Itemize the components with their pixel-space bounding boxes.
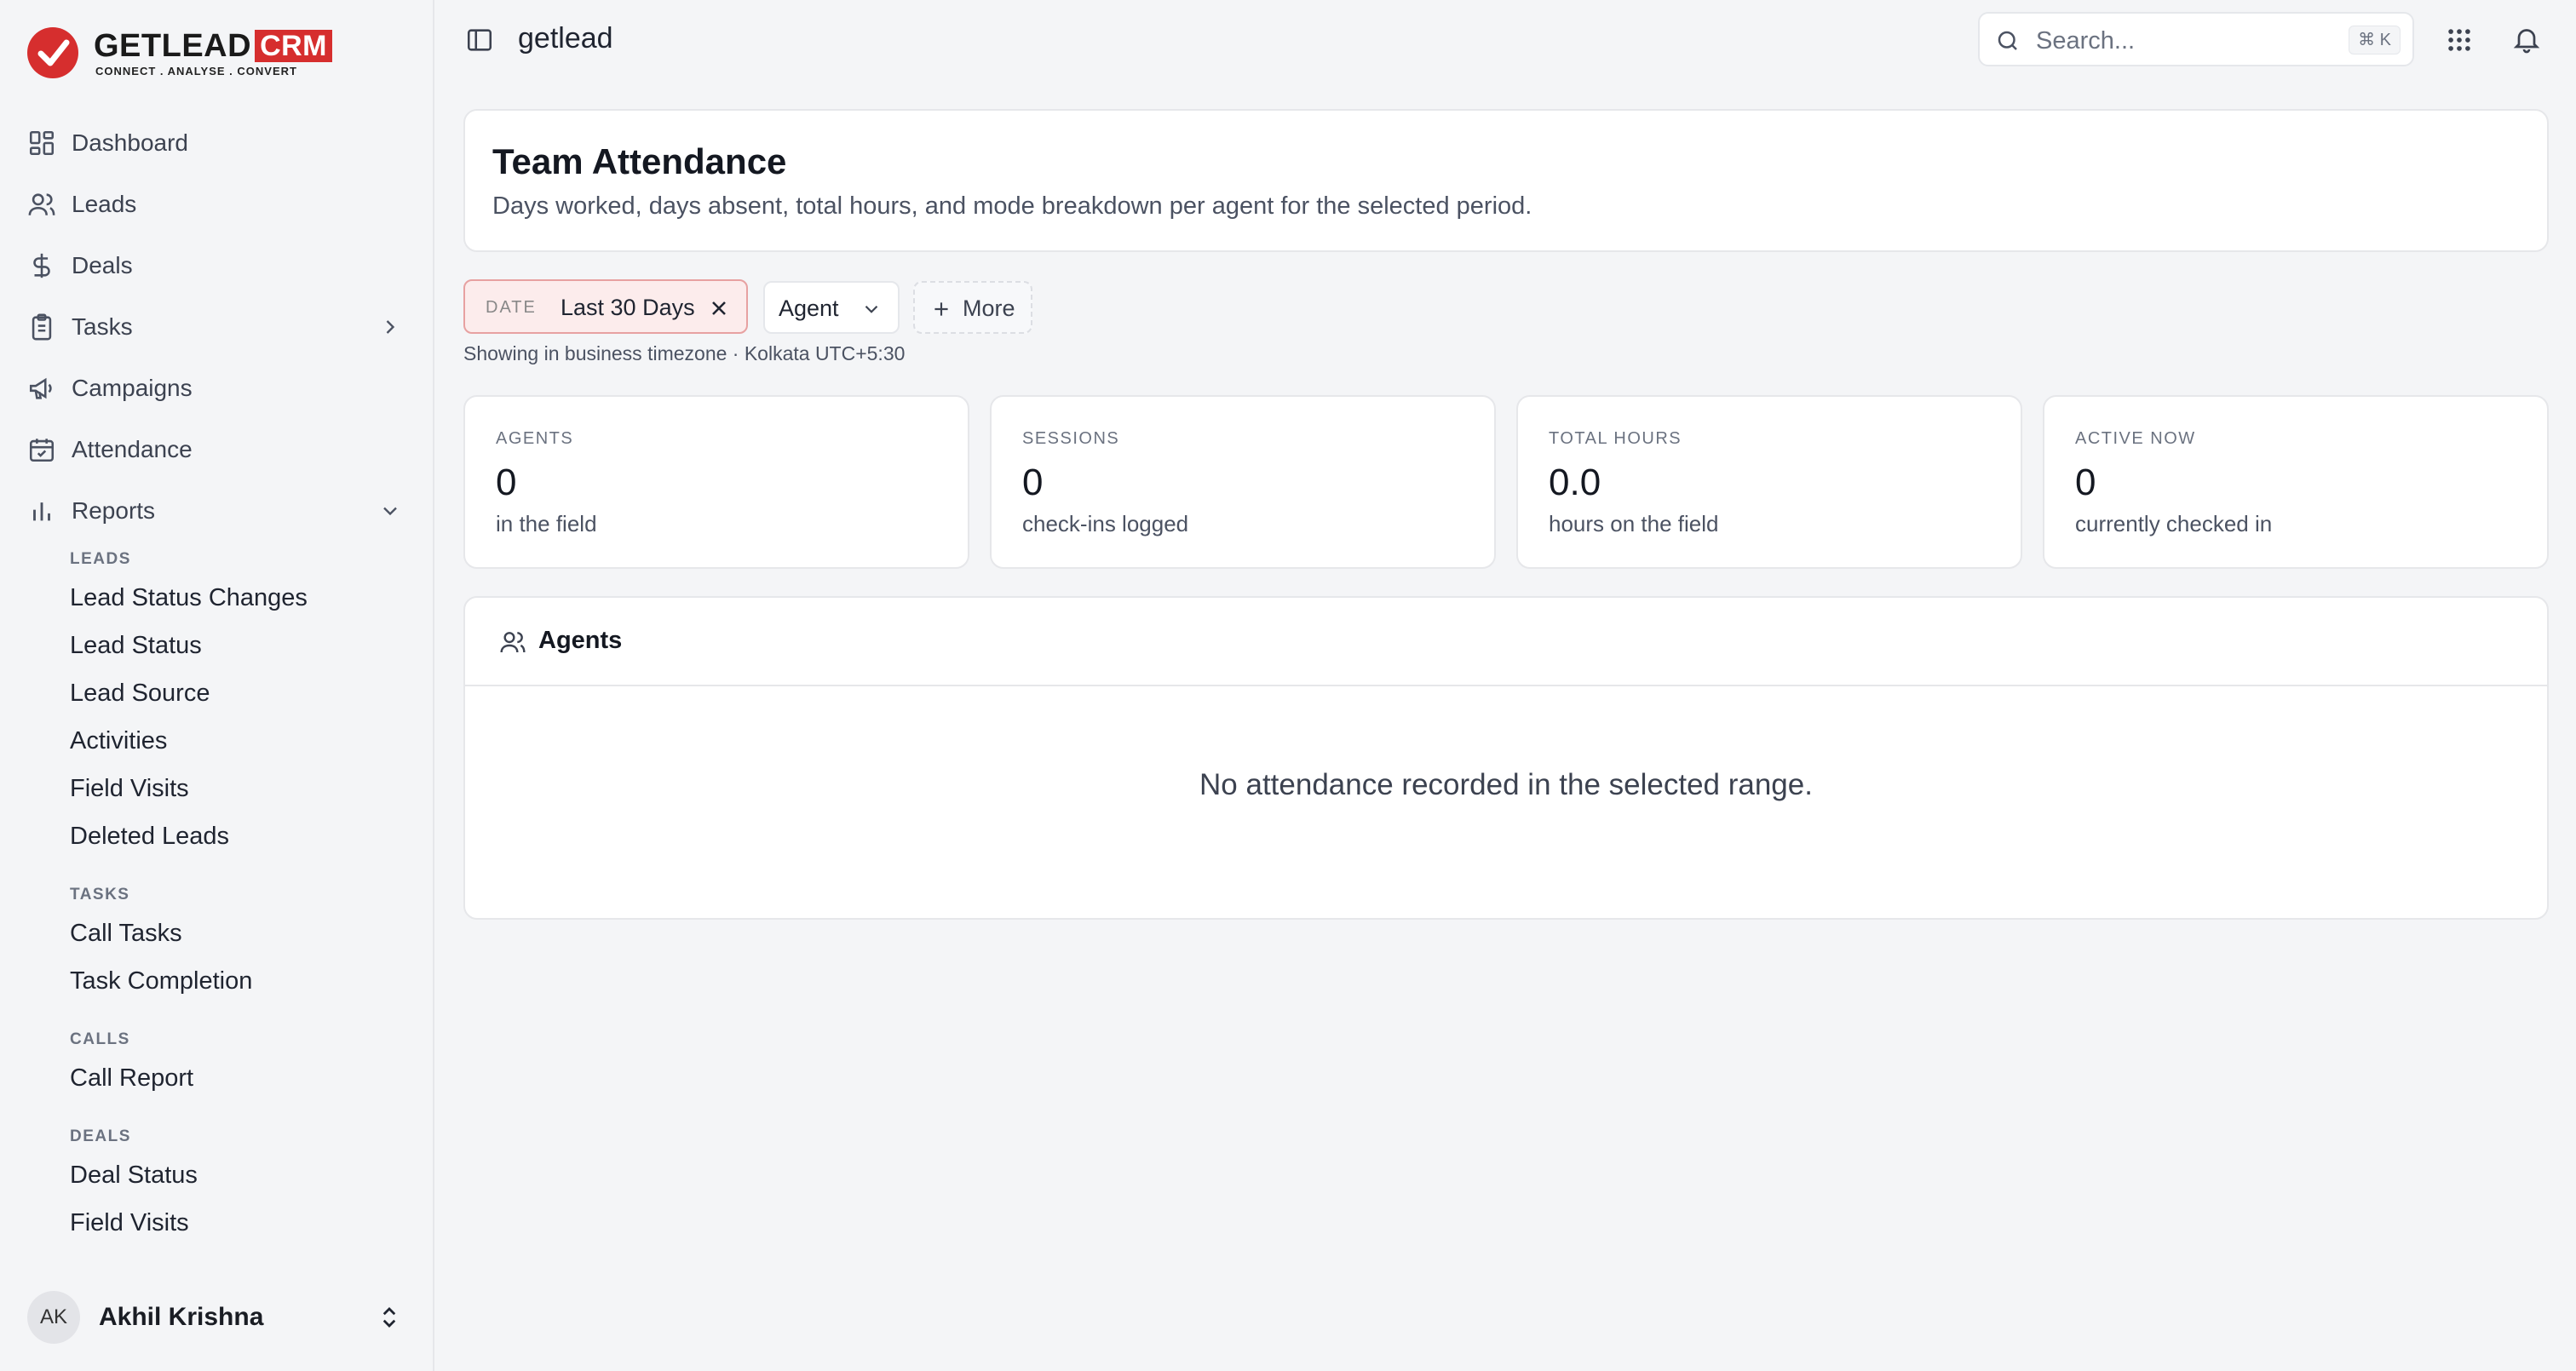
agents-panel: Agents No attendance recorded in the sel… — [463, 596, 2549, 920]
date-filter-label: DATE — [486, 298, 537, 317]
nav-label: Tasks — [72, 313, 133, 340]
reports-calls-group: CALLS Call Report — [70, 1030, 411, 1102]
stat-caption: hours on the field — [1549, 511, 1719, 536]
nav-item-deals[interactable]: Deals — [17, 235, 417, 296]
workspace-name: getlead — [518, 22, 613, 54]
stat-value: 0 — [2075, 462, 2096, 503]
date-filter-value: Last 30 Days — [561, 295, 695, 320]
calendar-check-icon — [29, 439, 55, 462]
stat-label: ACTIVE NOW — [2075, 429, 2196, 448]
report-link-deal-status[interactable]: Deal Status — [70, 1151, 411, 1199]
nav-label: Campaigns — [72, 375, 193, 401]
reports-group-heading: TASKS — [70, 886, 130, 903]
agent-filter-dropdown[interactable]: Agent — [763, 281, 900, 334]
filter-bar: DATE Last 30 Days Agent More — [463, 279, 1230, 334]
brand-name: GETLEAD — [94, 28, 252, 64]
nav-item-tasks[interactable]: Tasks — [17, 296, 417, 358]
apps-grid-icon[interactable] — [2445, 26, 2474, 54]
search-shortcut-badge: ⌘ K — [2349, 26, 2401, 54]
plus-icon — [934, 302, 948, 316]
nav-item-attendance[interactable]: Attendance — [17, 419, 417, 480]
report-link-call-tasks[interactable]: Call Tasks — [70, 909, 411, 957]
stat-value: 0.0 — [1549, 462, 1601, 503]
sidebar: GETLEAD CRM CONNECT . ANALYSE . CONVERT D… — [0, 0, 434, 1371]
checkmark-logo-icon — [27, 27, 78, 78]
chevron-right-icon[interactable] — [378, 315, 402, 339]
top-bar: getlead Search... ⌘ K — [436, 0, 2576, 82]
empty-state-message: No attendance recorded in the selected r… — [1199, 768, 1813, 801]
report-link-lead-source[interactable]: Lead Source — [70, 669, 411, 717]
reports-leads-group: LEADS Lead Status Changes Lead Status Le… — [70, 550, 411, 860]
report-link-lead-status-changes[interactable]: Lead Status Changes — [70, 574, 411, 622]
reports-deals-group: DEALS Deal Status Field Visits — [70, 1127, 411, 1247]
stat-label: SESSIONS — [1022, 429, 1120, 448]
stat-value: 0 — [1022, 462, 1044, 503]
nav-item-campaigns[interactable]: Campaigns — [17, 358, 417, 419]
report-link-lead-status[interactable]: Lead Status — [70, 622, 411, 669]
report-link-task-completion[interactable]: Task Completion — [70, 957, 411, 1005]
stat-card-agents: AGENTS 0 in the field — [463, 395, 969, 569]
page-subtitle: Days worked, days absent, total hours, a… — [492, 192, 1532, 220]
report-link-deleted-leads[interactable]: Deleted Leads — [70, 812, 411, 860]
user-menu[interactable]: AK Akhil Krishna — [27, 1288, 411, 1347]
nav-item-leads[interactable]: Leads — [17, 174, 417, 235]
brand-logo[interactable]: GETLEAD CRM CONNECT . ANALYSE . CONVERT — [27, 26, 334, 80]
users-icon — [28, 193, 55, 215]
report-link-call-report[interactable]: Call Report — [70, 1054, 411, 1102]
report-link-deal-field-visits[interactable]: Field Visits — [70, 1199, 411, 1247]
nav-label: Dashboard — [72, 129, 188, 156]
chevron-down-icon — [865, 305, 878, 313]
stat-label: AGENTS — [496, 429, 574, 448]
stat-caption: currently checked in — [2075, 511, 2273, 536]
dashboard-grid-icon — [29, 130, 55, 156]
reports-group-heading: DEALS — [70, 1127, 131, 1145]
stat-caption: check-ins logged — [1022, 511, 1189, 536]
timezone-note: Showing in business timezone · Kolkata U… — [463, 342, 906, 364]
avatar: AK — [27, 1291, 80, 1344]
nav-label: Deals — [72, 252, 133, 278]
agents-panel-title: Agents — [538, 627, 623, 654]
bar-chart-icon — [33, 502, 50, 521]
users-icon — [500, 632, 526, 653]
bell-icon[interactable] — [2511, 24, 2542, 54]
chevron-down-icon[interactable] — [378, 499, 402, 523]
stat-card-sessions: SESSIONS 0 check-ins logged — [990, 395, 1496, 569]
report-link-field-visits[interactable]: Field Visits — [70, 765, 411, 812]
dollar-icon — [33, 253, 50, 278]
more-filters-button[interactable]: More — [913, 281, 1032, 334]
megaphone-icon — [29, 377, 52, 399]
stat-label: TOTAL HOURS — [1549, 429, 1682, 448]
reports-group-heading: CALLS — [70, 1030, 130, 1048]
page-header-card: Team Attendance Days worked, days absent… — [463, 109, 2549, 252]
stat-value: 0 — [496, 462, 517, 503]
date-filter-chip[interactable]: DATE Last 30 Days — [463, 279, 748, 334]
reports-tasks-group: TASKS Call Tasks Task Completion — [70, 886, 411, 1005]
brand-tagline: CONNECT . ANALYSE . CONVERT — [95, 65, 297, 77]
brand-suffix: CRM — [255, 30, 332, 62]
user-name: Akhil Krishna — [99, 1303, 264, 1331]
brand-wordmark: GETLEAD CRM — [94, 29, 332, 63]
nav-label: Reports — [72, 497, 156, 524]
stat-card-active-now: ACTIVE NOW 0 currently checked in — [2043, 395, 2549, 569]
nav-label: Leads — [72, 191, 137, 217]
main-nav: Dashboard Leads Deals Tasks Campaigns At… — [17, 112, 417, 542]
nav-item-dashboard[interactable]: Dashboard — [17, 112, 417, 174]
report-link-activities[interactable]: Activities — [70, 717, 411, 765]
stat-caption: in the field — [496, 511, 597, 536]
search-placeholder: Search... — [2036, 27, 2136, 54]
search-input[interactable]: Search... ⌘ K — [1978, 12, 2414, 66]
stat-card-total-hours: TOTAL HOURS 0.0 hours on the field — [1516, 395, 2022, 569]
agent-filter-label: Agent — [779, 295, 839, 321]
close-icon[interactable] — [707, 296, 731, 320]
nav-label: Attendance — [72, 436, 193, 462]
agents-panel-header: Agents — [465, 598, 2547, 686]
clipboard-icon — [32, 313, 52, 341]
reports-group-heading: LEADS — [70, 550, 131, 568]
page-title: Team Attendance — [492, 141, 787, 181]
more-filters-label: More — [963, 295, 1015, 321]
search-icon — [1998, 31, 2017, 50]
sidebar-toggle-icon[interactable] — [465, 26, 494, 54]
nav-item-reports[interactable]: Reports — [17, 480, 417, 542]
chevrons-up-down-icon[interactable] — [377, 1305, 402, 1330]
